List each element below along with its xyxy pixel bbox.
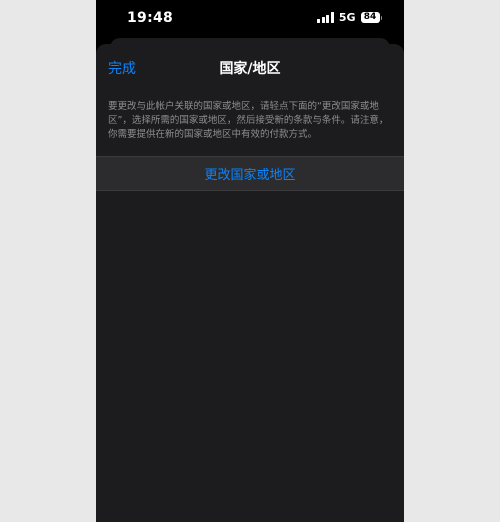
change-country-region-label: 更改国家或地区 xyxy=(204,168,296,183)
description-text: 要更改与此帐户关联的国家或地区，请轻点下面的“更改国家或地区”，选择所需的国家或… xyxy=(108,101,389,140)
navigation-bar: 完成 国家/地区 xyxy=(96,44,404,90)
network-type: 5G xyxy=(338,11,356,24)
cellular-signal-icon xyxy=(317,12,334,23)
battery-icon: 84 xyxy=(360,12,382,23)
status-indicators: 5G 84 xyxy=(317,11,382,24)
battery-cap xyxy=(380,15,382,20)
phone-screen: 19:48 5G 84 完成 国家/地区 要更改与此帐户关联的国家或地区，请轻点… xyxy=(96,0,404,522)
page-title: 国家/地区 xyxy=(219,61,281,77)
status-bar: 19:48 5G 84 xyxy=(96,0,404,38)
status-time: 19:48 xyxy=(127,10,174,26)
battery-percent: 84 xyxy=(360,12,380,23)
change-country-region-button[interactable]: 更改国家或地区 xyxy=(96,156,404,191)
modal-sheet: 完成 国家/地区 要更改与此帐户关联的国家或地区，请轻点下面的“更改国家或地区”… xyxy=(96,44,404,522)
